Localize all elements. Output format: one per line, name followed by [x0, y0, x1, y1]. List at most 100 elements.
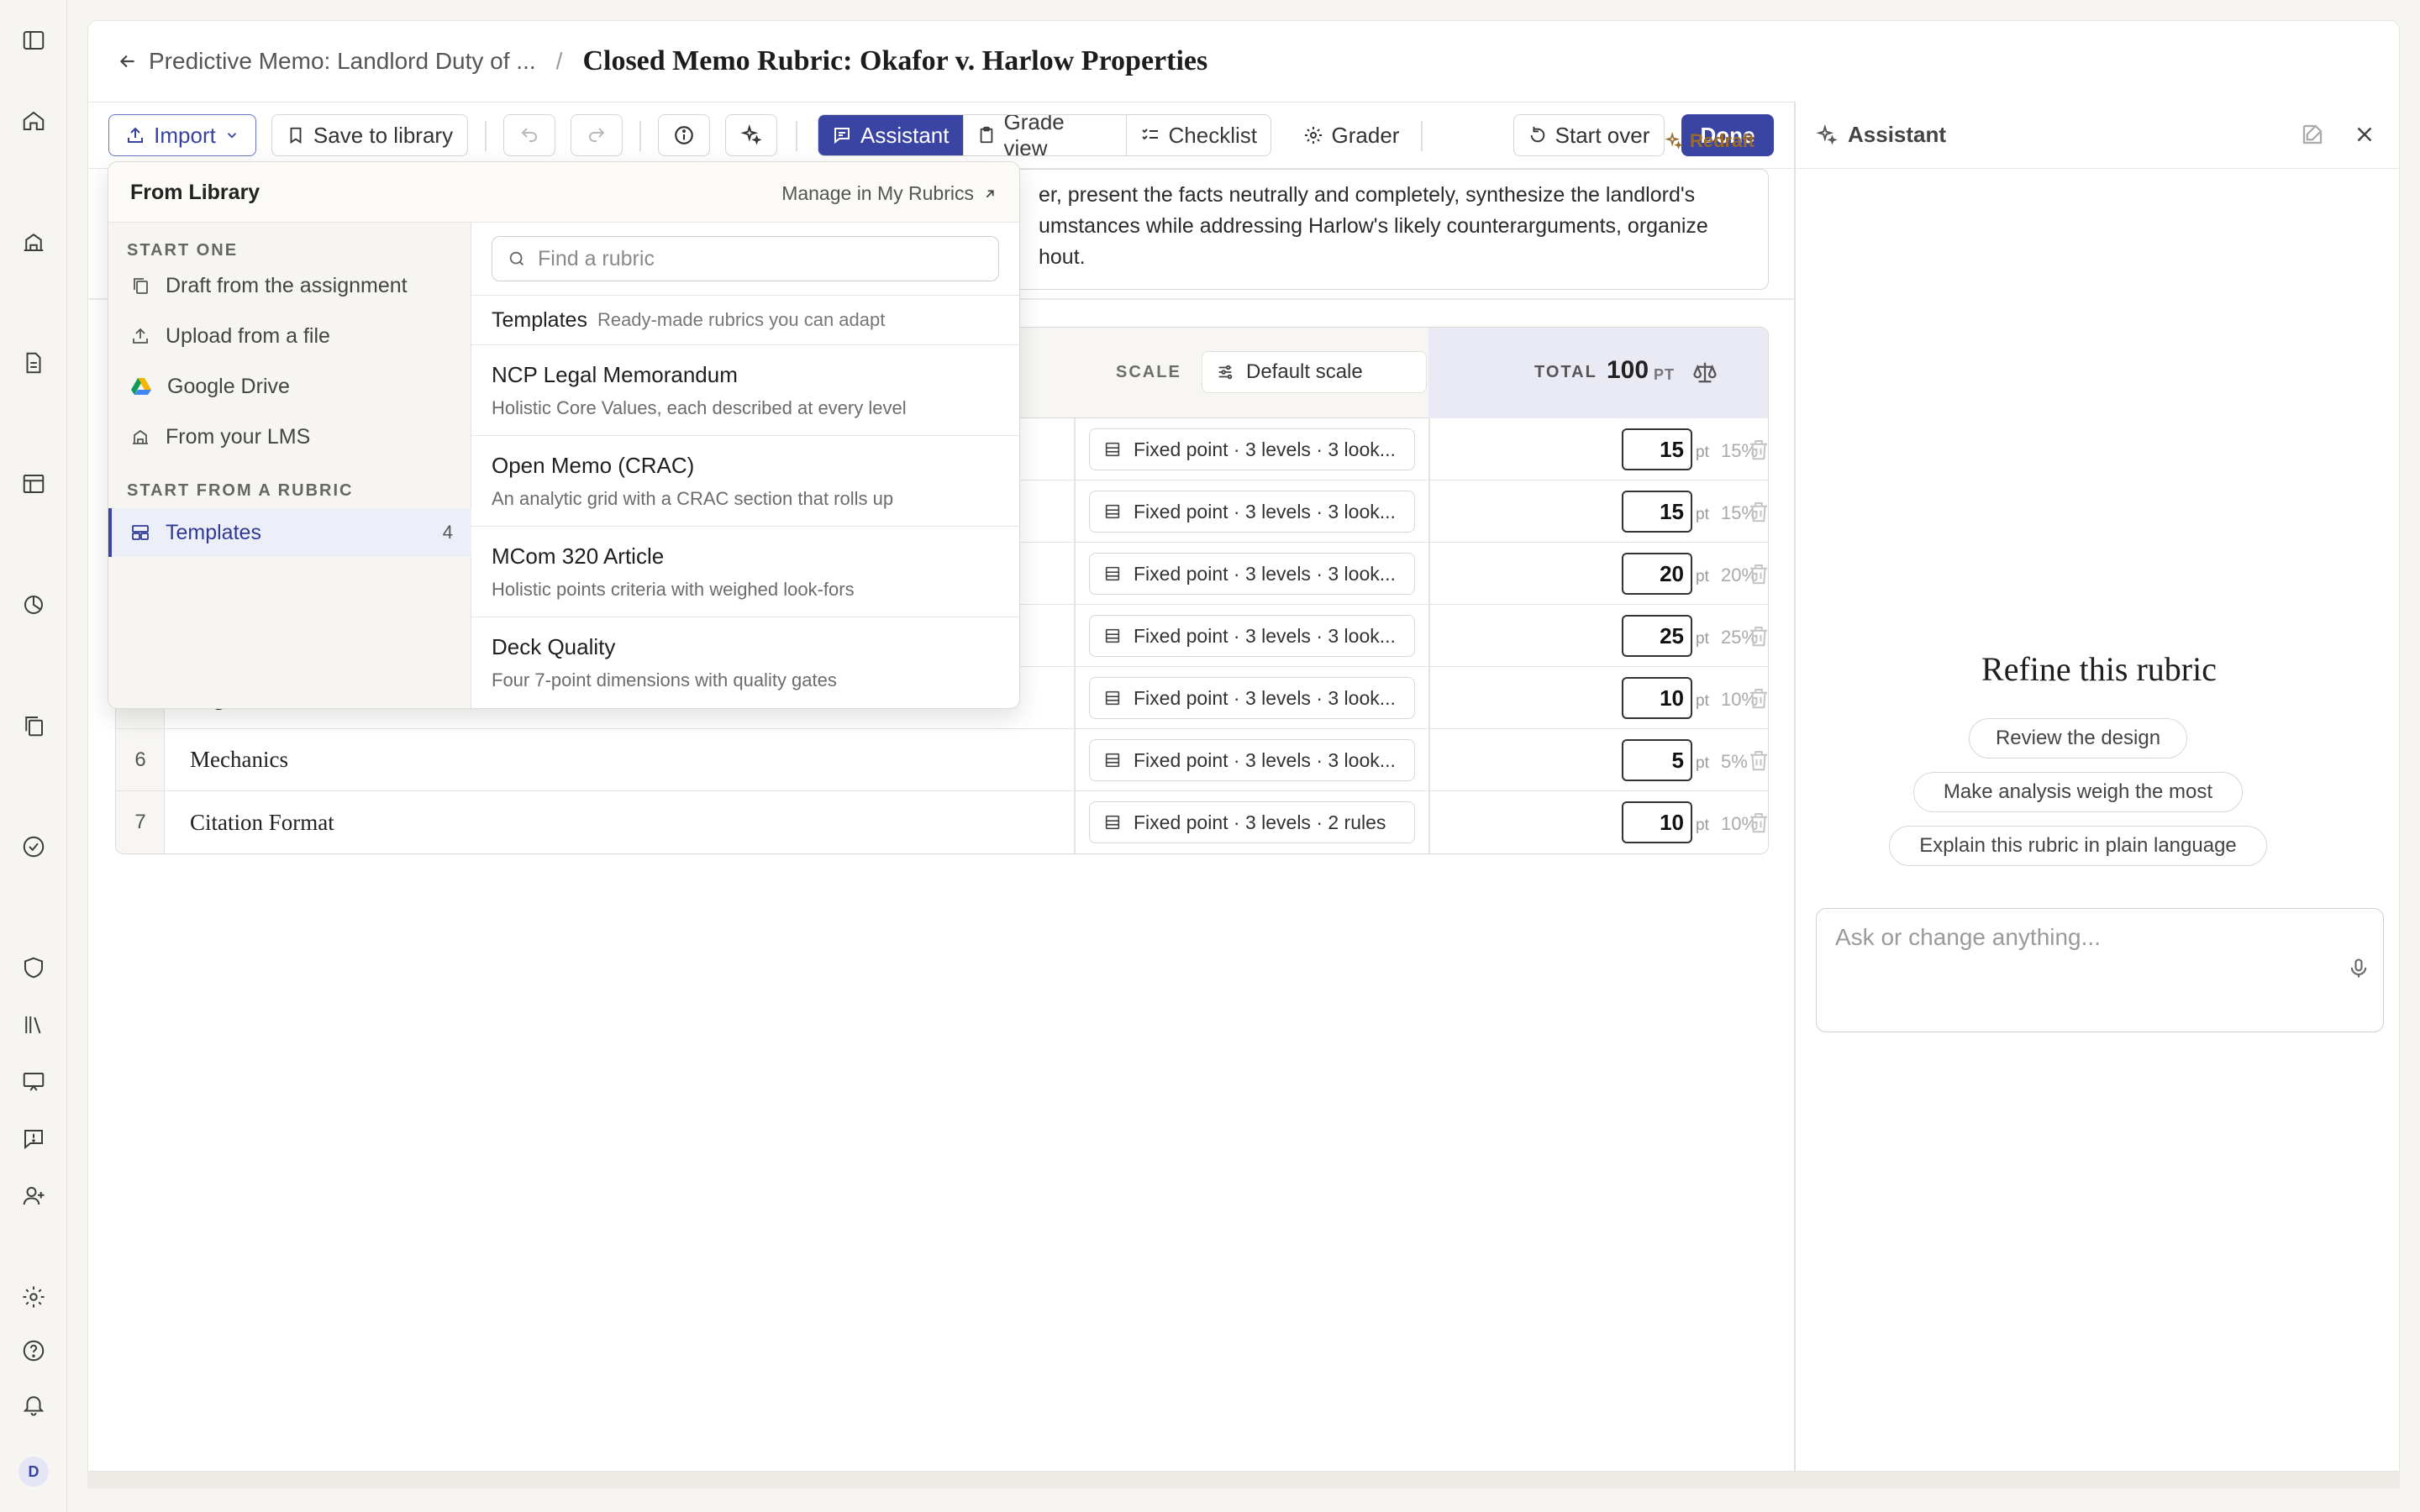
check-circle-icon[interactable]: [18, 832, 49, 862]
criterion-points-input[interactable]: 20: [1622, 553, 1692, 595]
chat-icon: [832, 125, 852, 145]
chevron-down-icon: [224, 128, 239, 143]
copy-icon[interactable]: [18, 711, 49, 741]
bell-icon[interactable]: [18, 1389, 49, 1420]
suggestion-chip[interactable]: Make analysis weigh the most: [1913, 772, 2243, 812]
criterion-scale-button[interactable]: Fixed point · 3 levels · 2 rules: [1089, 801, 1415, 843]
tab-assistant[interactable]: Assistant: [818, 115, 964, 155]
table-icon[interactable]: [18, 469, 49, 499]
trash-icon[interactable]: [1746, 561, 1768, 586]
institution-icon: [130, 427, 150, 447]
trash-icon[interactable]: [1746, 685, 1768, 711]
assistant-input[interactable]: Ask or change anything...: [1816, 908, 2384, 1032]
criterion-scale-button[interactable]: Fixed point · 3 levels · 3 look...: [1089, 553, 1415, 595]
sidebar-toggle-icon[interactable]: [18, 25, 49, 55]
google-drive-item[interactable]: Google Drive: [108, 362, 471, 411]
trash-icon[interactable]: [1746, 623, 1768, 648]
redo-button[interactable]: [571, 114, 623, 156]
rubric-search-input[interactable]: Find a rubric: [492, 236, 999, 281]
criterion-scale-button[interactable]: Fixed point · 3 levels · 3 look...: [1089, 615, 1415, 657]
info-button[interactable]: [658, 114, 710, 156]
bottom-scrollbar[interactable]: [87, 1472, 2400, 1488]
close-icon[interactable]: [2352, 122, 2377, 147]
upload-from-file-item[interactable]: Upload from a file: [108, 312, 471, 360]
template-card[interactable]: MCom 320 Article Holistic points criteri…: [471, 527, 1019, 617]
document-icon[interactable]: [18, 348, 49, 378]
import-button[interactable]: Import: [108, 114, 256, 156]
suggestion-chip[interactable]: Explain this rubric in plain language: [1889, 826, 2267, 866]
home-icon[interactable]: [18, 106, 49, 136]
criterion-points-input[interactable]: 10: [1622, 801, 1692, 843]
trash-icon[interactable]: [1746, 437, 1768, 462]
templates-section-sub: Ready-made rubrics you can adapt: [597, 309, 886, 330]
criterion-points-input[interactable]: 10: [1622, 677, 1692, 719]
criterion-name[interactable]: Citation Format: [190, 791, 334, 853]
save-to-library-button[interactable]: Save to library: [271, 114, 468, 156]
toolbar-divider: [639, 121, 641, 151]
scale-grid-icon: [1103, 751, 1122, 769]
presentation-icon[interactable]: [18, 1067, 49, 1097]
sparkle-icon: [1665, 132, 1683, 150]
manage-rubrics-link[interactable]: Manage in My Rubrics: [781, 182, 997, 205]
undo-button[interactable]: [503, 114, 555, 156]
item-label: Google Drive: [167, 374, 290, 398]
balance-scale-icon[interactable]: [1692, 360, 1718, 385]
column-divider: [1428, 729, 1430, 790]
template-description: Four 7-point dimensions with quality gat…: [492, 669, 837, 690]
institution-icon[interactable]: [18, 227, 49, 257]
points-unit: pt: [1696, 816, 1709, 834]
library-icon[interactable]: [18, 1010, 49, 1040]
analytics-icon[interactable]: [18, 590, 49, 620]
criterion-row[interactable]: 7 Citation Format Fixed point · 3 levels ·…: [116, 791, 1768, 853]
suggestion-chip[interactable]: Review the design: [1969, 718, 2187, 759]
default-scale-button[interactable]: Default scale: [1202, 351, 1427, 393]
help-icon[interactable]: [18, 1336, 49, 1366]
item-label: From your LMS: [166, 424, 311, 449]
criterion-name[interactable]: Mechanics: [190, 729, 288, 790]
gear-icon: [1303, 125, 1323, 145]
scale-grid-icon: [1103, 440, 1122, 459]
redraft-label: Redraft: [1690, 130, 1755, 151]
column-divider: [1428, 667, 1430, 728]
assistant-panel: Assistant Refine this rubric Review the …: [1794, 102, 2399, 1471]
criterion-scale-button[interactable]: Fixed point · 3 levels · 3 look...: [1089, 677, 1415, 719]
criterion-scale-button[interactable]: Fixed point · 3 levels · 3 look...: [1089, 428, 1415, 470]
tab-grade-view[interactable]: Grade view: [964, 115, 1127, 155]
trash-icon[interactable]: [1746, 748, 1768, 773]
criterion-points-input[interactable]: 25: [1622, 615, 1692, 657]
template-card[interactable]: NCP Legal Memorandum Holistic Core Value…: [471, 345, 1019, 436]
criterion-row[interactable]: 6 Mechanics Fixed point · 3 levels · 3 loo…: [116, 729, 1768, 791]
ai-sparkle-button[interactable]: [725, 114, 777, 156]
start-over-button[interactable]: Start over: [1513, 114, 1665, 156]
sliders-icon: [1216, 363, 1234, 381]
template-card[interactable]: Deck Quality Four 7-point dimensions wit…: [471, 617, 1019, 708]
redraft-button[interactable]: Redraft: [1665, 130, 1754, 152]
tab-checklist[interactable]: Checklist: [1127, 115, 1270, 155]
criterion-points-input[interactable]: 15: [1622, 428, 1692, 470]
templates-item[interactable]: Templates 4: [108, 508, 471, 557]
grader-button[interactable]: Grader: [1288, 114, 1414, 156]
settings-gear-icon[interactable]: [18, 1282, 49, 1312]
from-lms-item[interactable]: From your LMS: [108, 412, 471, 461]
page-title: Closed Memo Rubric: Okafor v. Harlow Pro…: [582, 45, 1208, 76]
manage-rubrics-label: Manage in My Rubrics: [781, 182, 974, 204]
new-chat-icon[interactable]: [2300, 122, 2325, 147]
criterion-scale-button[interactable]: Fixed point · 3 levels · 3 look...: [1089, 739, 1415, 781]
draft-from-assignment-item[interactable]: Draft from the assignment: [108, 261, 471, 310]
trash-icon[interactable]: [1746, 810, 1768, 835]
criterion-scale-button[interactable]: Fixed point · 3 levels · 3 look...: [1089, 491, 1415, 533]
add-user-icon[interactable]: [18, 1181, 49, 1211]
microphone-icon[interactable]: [2347, 957, 2370, 980]
scale-grid-icon: [1103, 627, 1122, 645]
feedback-icon[interactable]: [18, 1124, 49, 1154]
criterion-points-input[interactable]: 15: [1622, 491, 1692, 533]
trash-icon[interactable]: [1746, 499, 1768, 524]
item-label: Upload from a file: [166, 323, 330, 348]
back-breadcrumb[interactable]: Predictive Memo: Landlord Duty of ...: [117, 48, 536, 75]
template-title: Deck Quality: [492, 634, 616, 659]
sparkle-icon: [740, 124, 762, 146]
user-avatar[interactable]: D: [18, 1457, 49, 1487]
template-card[interactable]: Open Memo (CRAC) An analytic grid with a…: [471, 436, 1019, 527]
criterion-points-input[interactable]: 5: [1622, 739, 1692, 781]
shield-icon[interactable]: [18, 953, 49, 983]
